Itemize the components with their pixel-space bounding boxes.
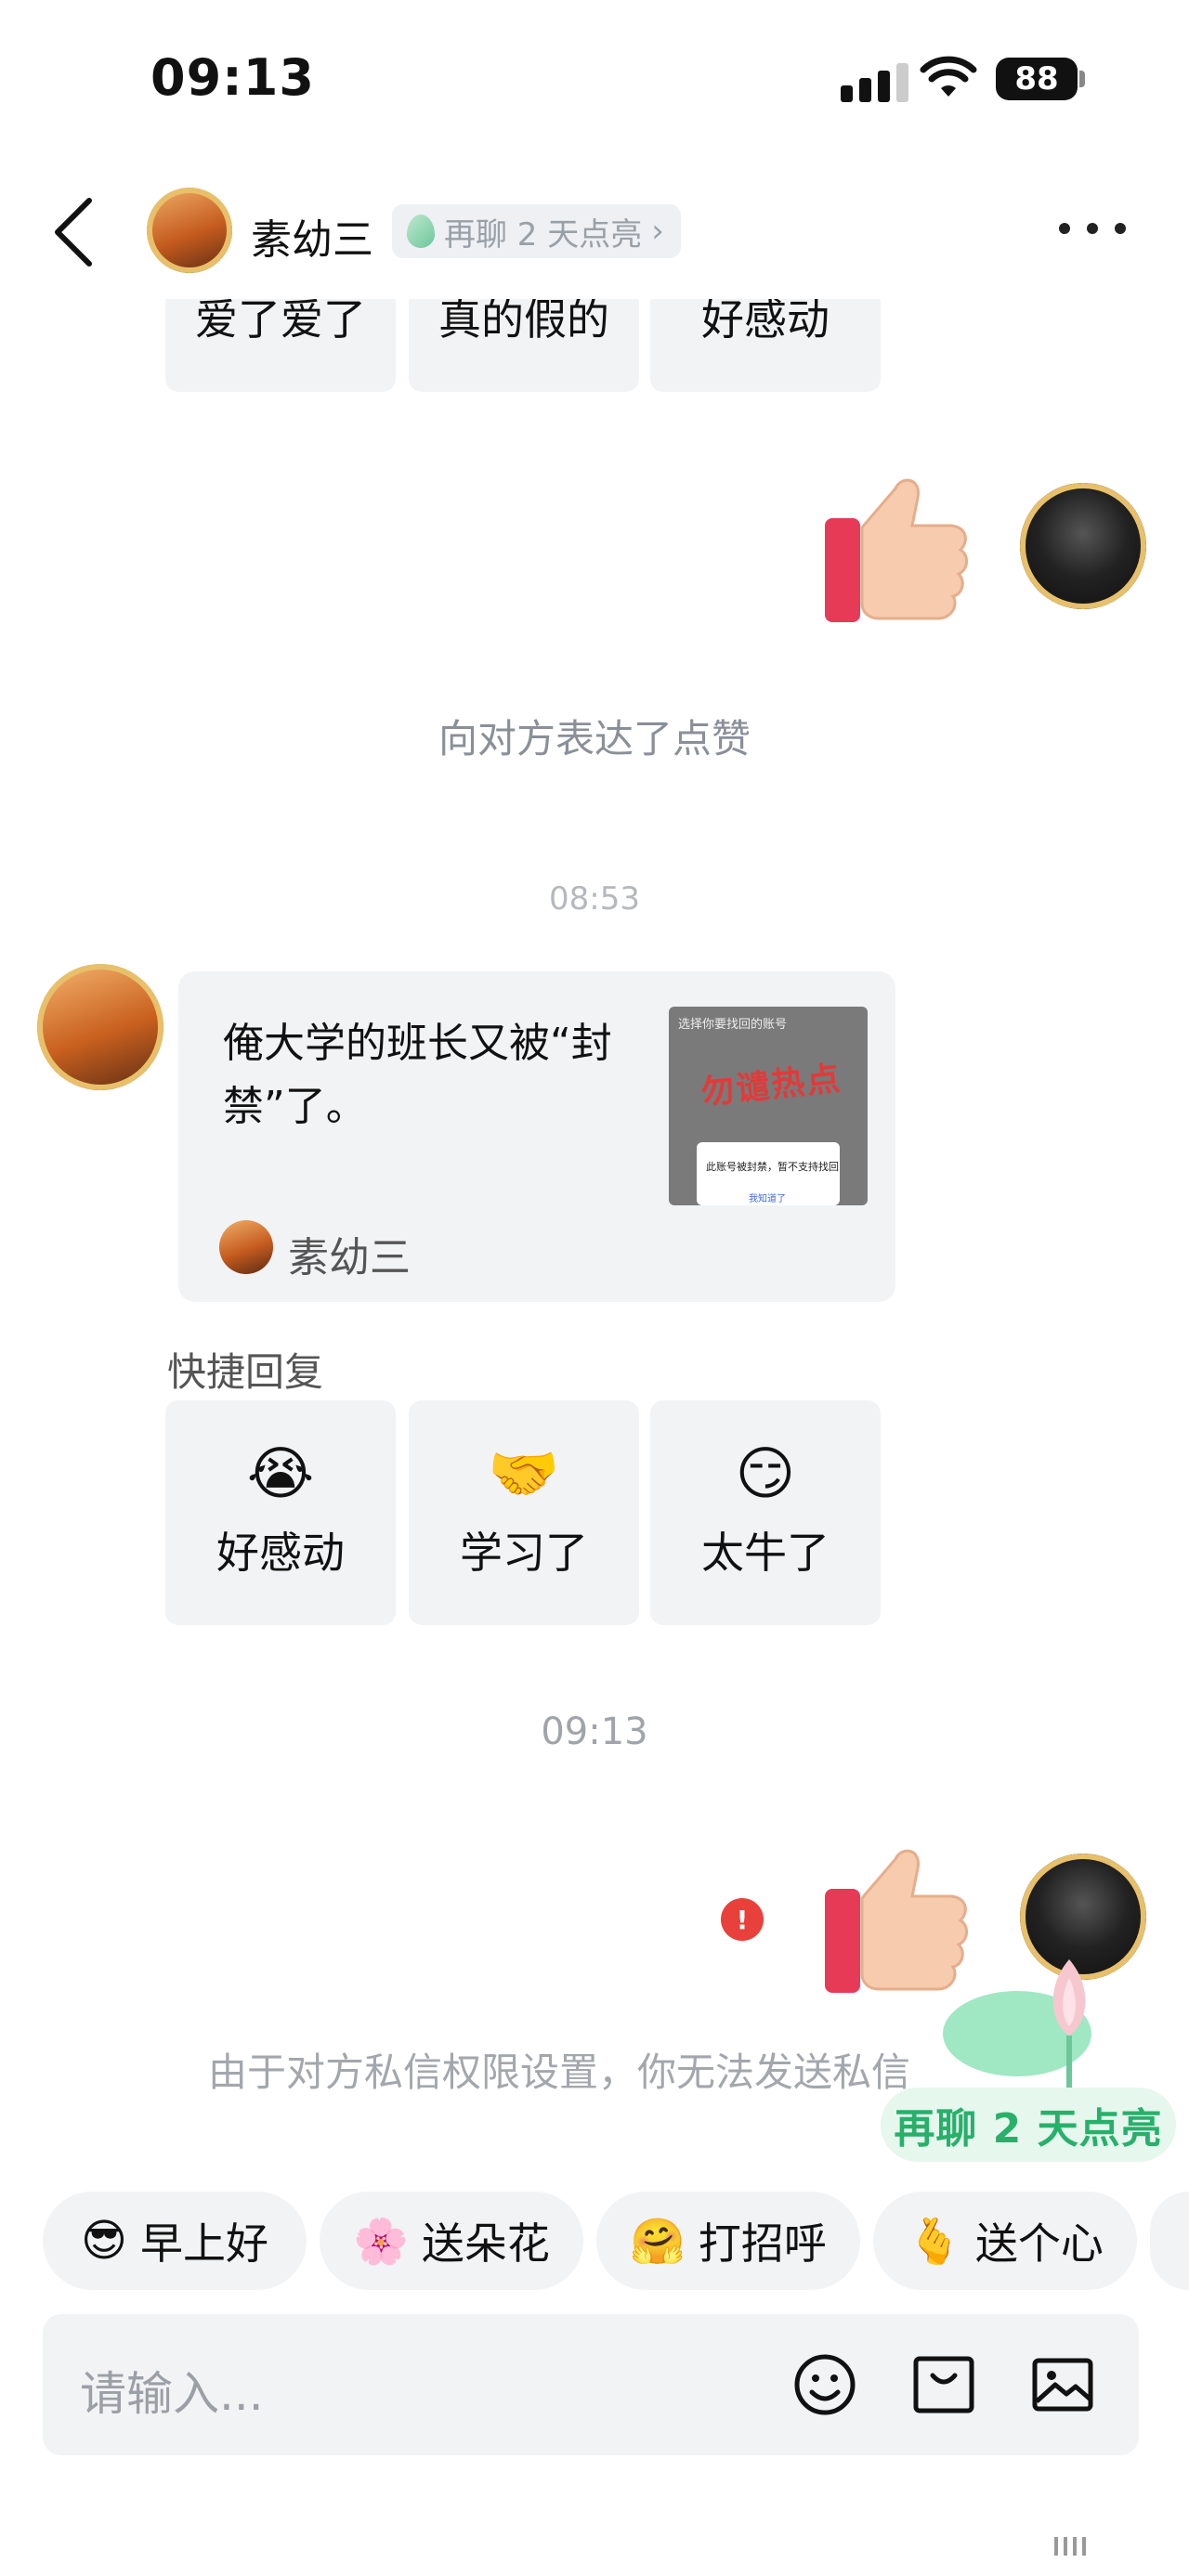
message-input-placeholder[interactable]: 请输入... <box>80 2357 264 2424</box>
suggestion-chip-partial[interactable] <box>1150 2192 1189 2290</box>
my-avatar[interactable] <box>1020 483 1146 609</box>
quick-reply-top-3-label: 好感动 <box>701 299 830 345</box>
sticker-icon[interactable] <box>910 2351 977 2418</box>
streak-pill-label: 再聊 2 天点亮 <box>444 215 643 254</box>
suggestion-chip[interactable]: 🫰 送个心 <box>873 2192 1137 2290</box>
chevron-right-icon: › <box>651 213 664 250</box>
lotus-icon <box>943 1959 1091 2101</box>
quick-reply-label: 太牛了 <box>701 1528 830 1578</box>
quick-reply-item[interactable]: 😏 太牛了 <box>650 1400 881 1625</box>
quick-reply-top-2-label: 真的假的 <box>438 299 609 345</box>
battery-icon: 88 <box>996 58 1078 100</box>
quick-reply-item[interactable]: 🤝 学习了 <box>409 1400 639 1625</box>
suggestion-label: 打招呼 <box>698 2218 827 2269</box>
timestamp-0913: 09:13 <box>541 1711 648 1753</box>
quick-reply-top-3[interactable]: 好感动 <box>650 299 881 392</box>
status-time: 09:13 <box>150 48 315 107</box>
card-thumbnail: 选择你要找回的账号 勿谴热点 此账号被封禁，暂不支持找回 我知道了 <box>669 1007 868 1205</box>
shared-post-card[interactable]: 俺大学的班长又被“封禁”了。 选择你要找回的账号 勿谴热点 此账号被封禁，暂不支… <box>178 971 895 1302</box>
quick-reply-top-2[interactable]: 真的假的 <box>409 299 639 392</box>
timestamp-0853: 08:53 <box>549 880 640 917</box>
crying-face-icon: 😭 <box>246 1439 315 1507</box>
quick-reply-item[interactable]: 😭 好感动 <box>165 1400 396 1625</box>
card-text: 俺大学的班长又被“封禁”了。 <box>223 1020 612 1130</box>
contact-avatar[interactable] <box>37 964 163 1090</box>
top-quick-reply-row: 爱了爱了 真的假的 好感动 <box>0 299 1189 392</box>
quick-reply-title: 快捷回复 <box>167 1349 324 1395</box>
header-avatar[interactable] <box>147 188 232 273</box>
card-thumb-dialog-text: 此账号被封禁，暂不支持找回 <box>706 1161 839 1173</box>
header-name[interactable]: 素幼三 <box>251 206 373 266</box>
suggestion-chip[interactable]: 🌸 送朵花 <box>320 2192 583 2290</box>
leaf-icon <box>407 215 435 248</box>
smirk-icon: 😏 <box>735 1439 796 1507</box>
card-author-name: 素幼三 <box>288 1234 411 1281</box>
message-input-bar[interactable]: 请输入... <box>43 2314 1139 2455</box>
streak-badge[interactable]: 再聊 2 天点亮 <box>881 2088 1176 2162</box>
quick-reply-top-1-label: 爱了爱了 <box>195 299 366 345</box>
quick-reply-top-1[interactable]: 爱了爱了 <box>165 299 396 392</box>
error-icon[interactable]: ! <box>721 1898 764 1941</box>
smiley-icon[interactable] <box>791 2351 858 2418</box>
finger-heart-icon: 🫰 <box>907 2215 962 2268</box>
suggestion-label: 早上好 <box>140 2218 269 2269</box>
card-author-avatar <box>219 1220 273 1274</box>
quick-reply-label: 好感动 <box>216 1528 345 1578</box>
image-icon[interactable] <box>1029 2351 1096 2418</box>
handshake-icon: 🤝 <box>488 1439 560 1507</box>
thumbs-up-icon <box>825 478 968 622</box>
watermark-lines <box>1054 2537 1086 2556</box>
suggestion-label: 送个心 <box>974 2218 1104 2269</box>
suggestion-label: 送朵花 <box>421 2218 550 2269</box>
streak-pill[interactable]: 再聊 2 天点亮 › <box>392 204 681 258</box>
suggestion-chip[interactable]: 😎 早上好 <box>43 2192 307 2290</box>
signal-icon <box>841 63 908 102</box>
card-thumb-dialog-btn: 我知道了 <box>749 1194 786 1204</box>
wifi-icon <box>920 56 977 97</box>
like-notice: 向对方表达了点赞 <box>438 716 751 761</box>
quick-reply-label: 学习了 <box>460 1528 588 1578</box>
more-dots-icon[interactable] <box>1059 223 1126 234</box>
battery-tip <box>1079 71 1085 87</box>
card-thumb-text: 选择你要找回的账号 <box>678 1018 788 1032</box>
flower-icon: 🌸 <box>353 2215 409 2268</box>
sunglasses-sun-icon: 😎 <box>80 2215 128 2267</box>
card-thumb-dialog: 此账号被封禁，暂不支持找回 我知道了 <box>697 1142 840 1205</box>
card-thumb-stamp: 勿谴热点 <box>699 1060 844 1112</box>
back-chevron-icon[interactable] <box>48 195 98 269</box>
hugging-face-icon: 🤗 <box>630 2215 686 2268</box>
suggestion-chip[interactable]: 🤗 打招呼 <box>596 2192 860 2290</box>
